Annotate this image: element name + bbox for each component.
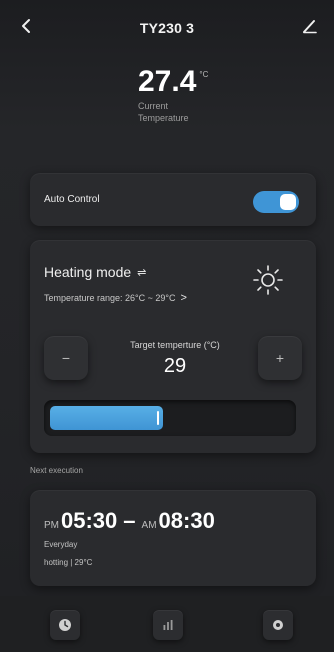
toggle-knob	[280, 194, 296, 210]
clock-icon	[59, 619, 71, 631]
nav-settings-button[interactable]	[263, 610, 293, 640]
current-temperature: 27.4 °C Current Temperature	[138, 64, 218, 124]
decrease-button[interactable]: −	[44, 336, 88, 380]
current-temperature-value: 27.4	[138, 65, 197, 98]
page-title: TY230 3	[139, 20, 195, 36]
end-time: 08:30	[158, 508, 215, 533]
current-temperature-unit: °C	[199, 70, 209, 79]
auto-control-label: Auto Control	[44, 194, 100, 205]
temperature-range[interactable]: Temperature range: 26°C ~ 29°C >	[44, 292, 187, 304]
schedule-repeat: Everyday	[44, 540, 78, 549]
schedule-detail: hotting | 29°C	[44, 558, 93, 567]
nav-stats-button[interactable]	[153, 610, 183, 640]
swap-icon: ⇌	[137, 266, 147, 279]
pencil-icon	[303, 20, 317, 34]
temperature-range-text: Temperature range: 26°C ~ 29°C	[44, 293, 176, 303]
increase-button[interactable]: +	[258, 336, 302, 380]
settings-icon	[273, 620, 283, 630]
chevron-right-icon: >	[180, 292, 187, 304]
schedule-time: PM 05:30 – AM 08:30	[44, 508, 215, 534]
sun-icon	[253, 265, 283, 295]
temperature-slider[interactable]	[44, 400, 296, 436]
target-temperature-value: 29	[163, 355, 187, 377]
slider-handle[interactable]	[157, 411, 159, 425]
bar-chart-icon	[163, 620, 173, 630]
top-bar: TY230 3	[0, 0, 334, 56]
start-time: 05:30	[61, 508, 118, 533]
mode-title: Heating mode	[44, 264, 132, 280]
nav-schedule-button[interactable]	[50, 610, 80, 640]
start-ampm: PM	[44, 520, 59, 531]
end-ampm: AM	[141, 520, 157, 531]
time-separator: –	[123, 508, 136, 533]
auto-control-toggle[interactable]	[253, 191, 299, 213]
next-execution-label: Next execution	[30, 466, 83, 475]
mode-switch[interactable]: Heating mode ⇌	[44, 264, 146, 280]
edit-button[interactable]	[298, 14, 322, 38]
slider-fill	[50, 406, 163, 430]
thermostat-screen: TY230 3 27.4 °C Current Temperature Auto…	[0, 0, 334, 652]
target-temperature-label: Target temperture (°C)	[130, 340, 220, 350]
current-temperature-label: Current Temperature	[138, 101, 189, 123]
bottom-nav	[0, 596, 334, 652]
auto-control-card: Auto Control	[30, 173, 316, 226]
heating-mode-card: Heating mode ⇌ Temperature range: 26°C ~…	[30, 240, 316, 453]
schedule-card[interactable]: PM 05:30 – AM 08:30 Everyday hotting | 2…	[30, 490, 316, 586]
